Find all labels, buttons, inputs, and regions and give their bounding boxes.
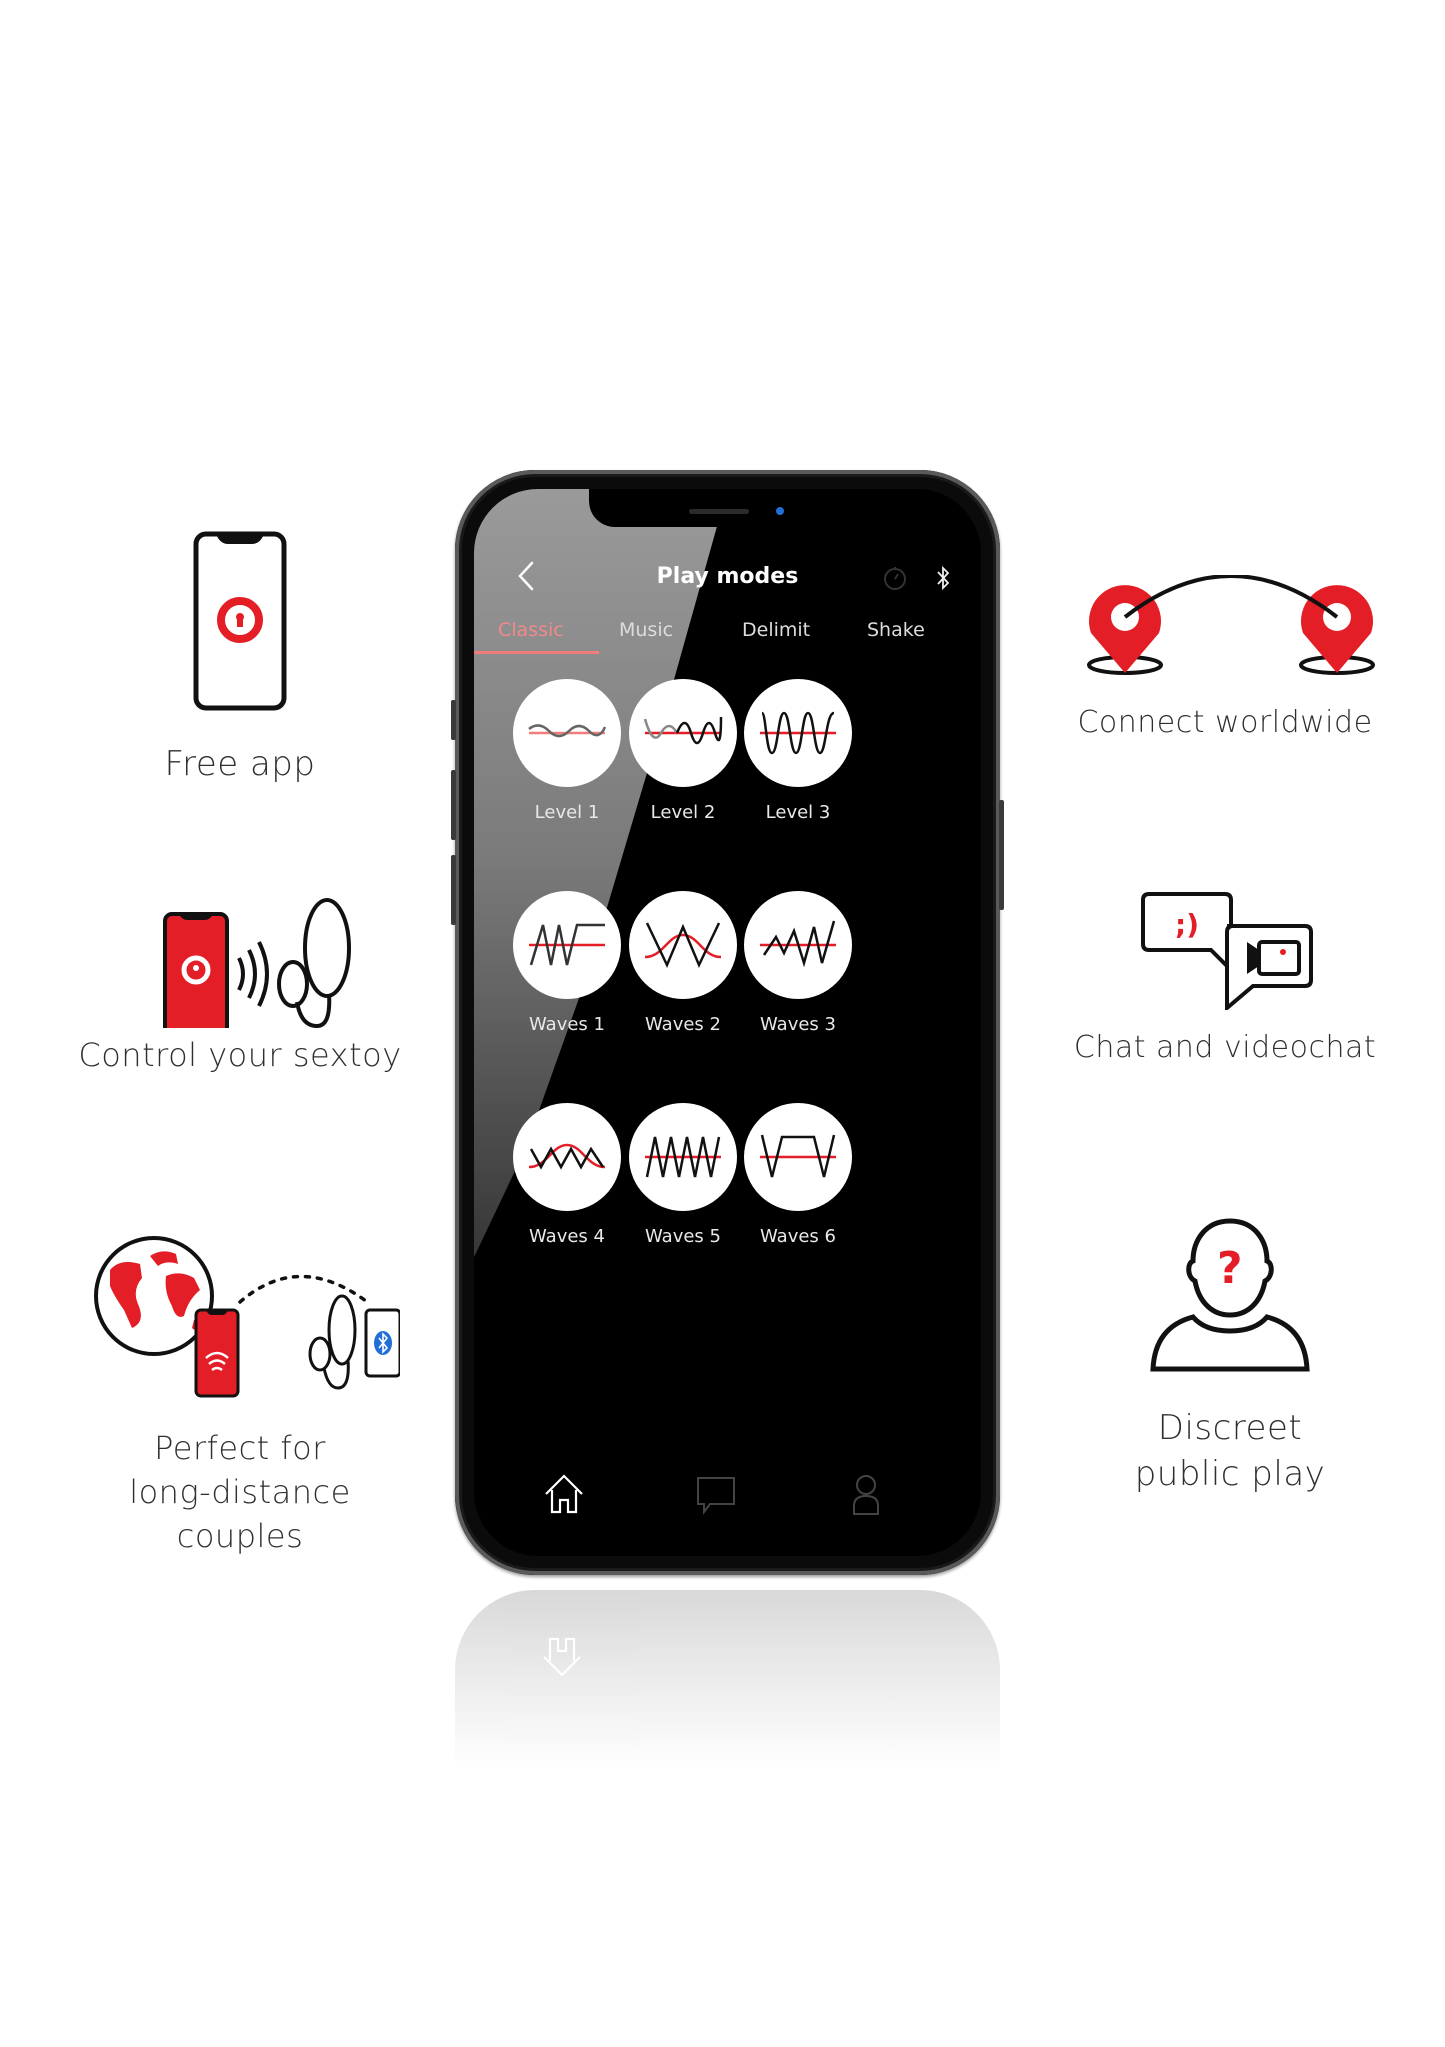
mode-label: Waves 3 (760, 1014, 836, 1035)
anonymous-person-icon: ? (1150, 1218, 1310, 1372)
mute-switch (451, 700, 456, 740)
mode-level-2[interactable]: Level 2 (623, 679, 743, 823)
home-icon[interactable] (542, 1472, 586, 1516)
feature-label: Chat and videochat (1073, 1030, 1377, 1065)
speaker-grille (689, 509, 749, 514)
app-screen: Play modes Classic Music Delimit Shake L… (474, 489, 981, 1556)
tab-delimit[interactable]: Delimit (742, 619, 810, 641)
mode-level-3[interactable]: Level 3 (738, 679, 858, 823)
mode-waves-5[interactable]: Waves 5 (623, 1103, 743, 1247)
phone-wireless-toy-icon (163, 898, 351, 1036)
mode-label: Waves 1 (529, 1014, 605, 1035)
feature-label: Control your sextoy (78, 1036, 402, 1074)
feature-label: Free app (164, 744, 316, 784)
wave-level-1-icon (528, 724, 607, 738)
tab-classic[interactable]: Classic (498, 619, 564, 641)
feature-label-line: couples (176, 1517, 304, 1555)
mode-tabs: Classic Music Delimit Shake (474, 619, 981, 653)
mode-label: Level 3 (765, 802, 831, 823)
feature-label-line: Discreet (1157, 1408, 1303, 1448)
wave-level-2-icon (643, 716, 723, 745)
feature-long-distance: Perfect for long-distance couples (70, 1230, 410, 1558)
feature-free-app: Free app (120, 530, 360, 784)
feature-label-line: long-distance (129, 1473, 351, 1511)
phone-mockup: Play modes Classic Music Delimit Shake L… (451, 470, 1004, 1575)
mode-waves-6[interactable]: Waves 6 (738, 1103, 858, 1247)
home-icon-reflection (543, 1637, 581, 1677)
power-button (999, 800, 1004, 910)
mode-label: Waves 6 (760, 1226, 836, 1247)
waves-4-icon (528, 1143, 606, 1170)
volume-up-button (451, 770, 456, 840)
feature-label-line: Perfect for (154, 1429, 326, 1467)
waves-2-icon (644, 922, 722, 969)
active-tab-indicator (474, 651, 599, 654)
mode-label: Level 1 (534, 802, 600, 823)
tab-music[interactable]: Music (619, 619, 673, 641)
mode-label: Waves 4 (529, 1226, 605, 1247)
feature-discreet-play: ? Discreet public play (1100, 1215, 1360, 1497)
front-camera (776, 507, 784, 515)
svg-text:;): ;) (1175, 908, 1199, 941)
feature-control-toy: Control your sextoy (70, 898, 410, 1074)
mode-label: Waves 5 (645, 1226, 721, 1247)
mode-waves-4[interactable]: Waves 4 (507, 1103, 627, 1247)
waves-1-icon (529, 923, 605, 966)
bluetooth-icon[interactable] (935, 565, 951, 591)
bottom-nav (474, 1472, 981, 1522)
timer-icon[interactable] (882, 565, 908, 591)
svg-text:?: ? (1217, 1243, 1243, 1294)
mode-waves-2[interactable]: Waves 2 (623, 891, 743, 1035)
feature-label: Discreet public play (1100, 1405, 1360, 1497)
feature-chat-videochat: ;) Chat and videochat (1060, 890, 1390, 1065)
chat-video-bubbles-icon: ;) (1141, 892, 1313, 1013)
waves-5-icon (645, 1136, 721, 1178)
mode-level-1[interactable]: Level 1 (507, 679, 627, 823)
tab-shake[interactable]: Shake (867, 619, 925, 641)
chat-icon[interactable] (694, 1472, 738, 1516)
mode-label: Waves 2 (645, 1014, 721, 1035)
feature-label: Connect worldwide (1077, 705, 1373, 740)
volume-down-button (451, 855, 456, 925)
phone-reflection (455, 1590, 1000, 1770)
notch (589, 489, 869, 527)
mode-waves-1[interactable]: Waves 1 (507, 891, 627, 1035)
waves-6-icon (760, 1134, 836, 1178)
waves-3-icon (760, 920, 836, 968)
user-icon[interactable] (844, 1472, 888, 1516)
map-pins-arc-icon (1087, 574, 1375, 675)
mode-waves-3[interactable]: Waves 3 (738, 891, 858, 1035)
mode-label: Level 2 (650, 802, 716, 823)
feature-label-line: public play (1134, 1454, 1326, 1494)
globe-phone-toy-icon (94, 1236, 402, 1398)
phone-keyhole-icon (193, 531, 287, 711)
feature-connect-worldwide: Connect worldwide (1060, 574, 1390, 740)
feature-label: Perfect for long-distance couples (70, 1426, 410, 1558)
wave-level-3-icon (760, 711, 836, 755)
